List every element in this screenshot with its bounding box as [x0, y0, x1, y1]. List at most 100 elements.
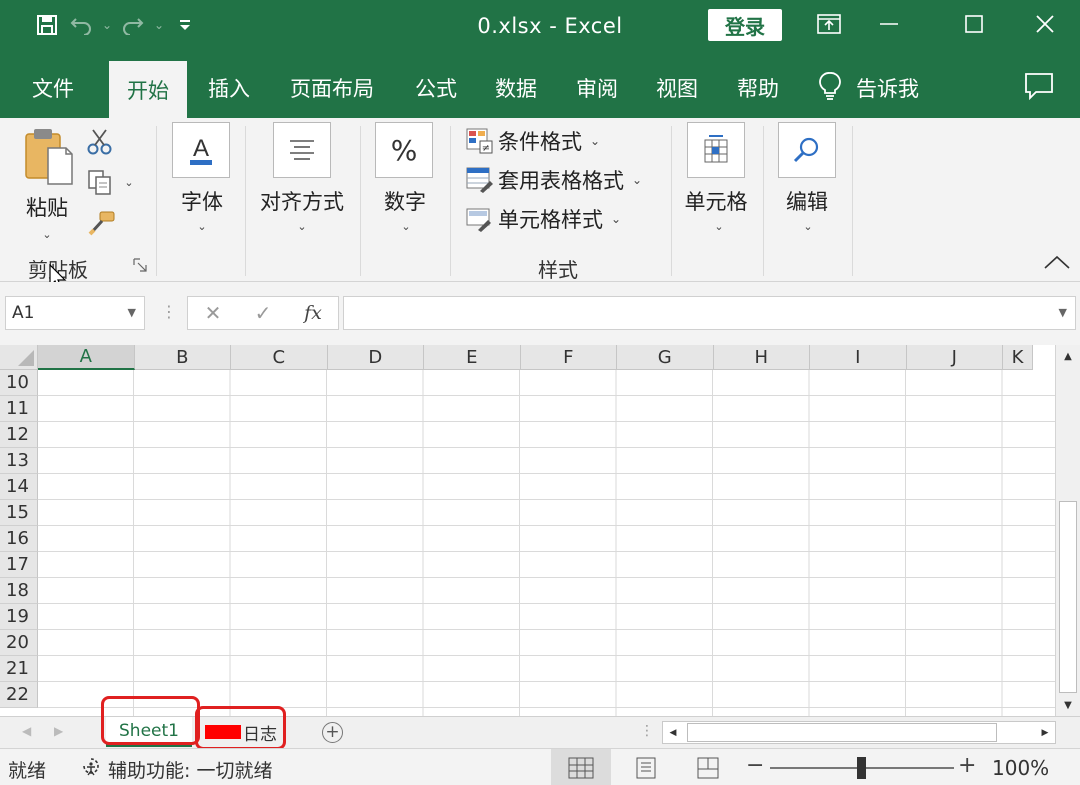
- row-header[interactable]: 17: [0, 552, 38, 578]
- undo-icon[interactable]: [64, 10, 98, 40]
- close-icon[interactable]: [1016, 0, 1074, 48]
- row-header[interactable]: 11: [0, 396, 38, 422]
- row-header[interactable]: 22: [0, 682, 38, 708]
- redaction-mark: [205, 725, 241, 739]
- name-box-dropdown-icon[interactable]: ▼: [128, 306, 136, 319]
- column-header[interactable]: E: [424, 345, 521, 370]
- column-header[interactable]: J: [906, 345, 1003, 370]
- formula-bar-grip-icon[interactable]: ⋮: [161, 302, 177, 321]
- cells-button[interactable]: 单元格 ⌄: [682, 122, 750, 242]
- zoom-level[interactable]: 100%: [992, 756, 1049, 780]
- page-break-view-icon[interactable]: [678, 749, 738, 785]
- tab-split-grip-icon[interactable]: ⋮: [640, 723, 654, 739]
- row-header[interactable]: 16: [0, 526, 38, 552]
- row-header[interactable]: 15: [0, 500, 38, 526]
- formula-input[interactable]: ▼: [343, 296, 1076, 330]
- number-button[interactable]: % 数字 ⌄: [372, 122, 434, 242]
- tab-page-layout[interactable]: 页面布局: [276, 58, 388, 118]
- row-header[interactable]: 14: [0, 474, 38, 500]
- cancel-icon[interactable]: ✕: [188, 301, 238, 325]
- tab-insert[interactable]: 插入: [190, 58, 268, 118]
- tab-help[interactable]: 帮助: [719, 58, 797, 118]
- number-dropdown-icon: ⌄: [401, 220, 411, 233]
- enter-icon[interactable]: ✓: [238, 301, 288, 325]
- tell-me-search[interactable]: 告诉我: [818, 58, 919, 118]
- paste-button[interactable]: 粘贴 ⌄: [20, 124, 80, 254]
- maximize-icon[interactable]: [945, 0, 1003, 48]
- column-header[interactable]: B: [134, 345, 231, 370]
- column-header[interactable]: F: [520, 345, 617, 370]
- column-header[interactable]: A: [38, 345, 135, 370]
- column-header[interactable]: C: [231, 345, 328, 370]
- format-as-table-button[interactable]: 套用表格格式 ⌄: [466, 165, 642, 195]
- save-icon[interactable]: [30, 10, 64, 40]
- row-header[interactable]: 21: [0, 656, 38, 682]
- tab-formulas[interactable]: 公式: [397, 58, 475, 118]
- tab-home[interactable]: 开始: [109, 61, 187, 118]
- name-box[interactable]: A1 ▼: [5, 296, 145, 330]
- column-header[interactable]: D: [327, 345, 424, 370]
- column-header[interactable]: H: [713, 345, 810, 370]
- tab-file[interactable]: 文件: [14, 58, 92, 118]
- sheet-tab-sheet1[interactable]: Sheet1: [106, 717, 192, 747]
- vertical-scroll-thumb[interactable]: [1059, 501, 1077, 693]
- conditional-format-dropdown-icon: ⌄: [590, 134, 601, 148]
- collapse-ribbon-icon[interactable]: [1043, 254, 1071, 274]
- vertical-scrollbar[interactable]: ▲ ▼: [1055, 345, 1080, 716]
- horizontal-scrollbar[interactable]: ◀ ▶: [662, 721, 1056, 744]
- sheet-tab-log[interactable]: 日志: [198, 717, 284, 747]
- add-sheet-icon[interactable]: +: [322, 722, 343, 743]
- row-header[interactable]: 12: [0, 422, 38, 448]
- login-button[interactable]: 登录: [708, 9, 782, 41]
- expand-formula-bar-icon[interactable]: ▼: [1059, 306, 1067, 319]
- conditional-formatting-button[interactable]: ≠ 条件格式 ⌄: [466, 126, 600, 156]
- formula-bar-area: A1 ▼ ⋮ ✕ ✓ fx ▼: [0, 282, 1080, 345]
- normal-view-icon[interactable]: [551, 749, 611, 785]
- format-painter-icon[interactable]: [88, 210, 116, 240]
- clipboard-dialog-launcher-icon[interactable]: [133, 257, 147, 276]
- ribbon-display-options-icon[interactable]: [800, 0, 858, 48]
- row-header[interactable]: 18: [0, 578, 38, 604]
- customize-toolbar-icon[interactable]: [168, 10, 202, 40]
- sheet-next-icon[interactable]: ▶: [54, 724, 63, 738]
- cell-styles-button[interactable]: 单元格样式 ⌄: [466, 204, 621, 234]
- scroll-right-icon[interactable]: ▶: [1035, 722, 1055, 743]
- accessibility-status[interactable]: 辅助功能: 一切就绪: [80, 756, 272, 783]
- comments-icon[interactable]: [1024, 72, 1054, 104]
- column-header[interactable]: I: [810, 345, 907, 370]
- redo-icon[interactable]: [116, 10, 150, 40]
- row-header[interactable]: 20: [0, 630, 38, 656]
- cut-icon[interactable]: [86, 128, 114, 160]
- tab-review[interactable]: 审阅: [558, 58, 636, 118]
- cell-area[interactable]: [38, 370, 1055, 716]
- redo-dropdown-icon[interactable]: ⌄: [150, 10, 168, 40]
- copy-dropdown-icon[interactable]: ⌄: [122, 176, 136, 189]
- tab-view[interactable]: 视图: [638, 58, 716, 118]
- row-header[interactable]: 13: [0, 448, 38, 474]
- column-header[interactable]: G: [617, 345, 714, 370]
- copy-icon[interactable]: [86, 168, 114, 200]
- row-header[interactable]: 10: [0, 370, 38, 396]
- insert-function-icon[interactable]: fx: [288, 302, 338, 324]
- select-all-corner[interactable]: [0, 345, 38, 370]
- zoom-slider-thumb[interactable]: [857, 757, 866, 779]
- zoom-out-icon[interactable]: −: [746, 753, 764, 778]
- column-header[interactable]: K: [1003, 345, 1033, 370]
- scroll-up-icon[interactable]: ▲: [1056, 345, 1080, 367]
- editing-button[interactable]: 编辑 ⌄: [776, 122, 838, 242]
- zoom-in-icon[interactable]: +: [958, 753, 976, 778]
- horizontal-scroll-thumb[interactable]: [687, 723, 997, 742]
- minimize-icon[interactable]: [860, 0, 918, 48]
- tab-data[interactable]: 数据: [477, 58, 555, 118]
- scroll-left-icon[interactable]: ◀: [663, 722, 683, 743]
- font-button[interactable]: A 字体 ⌄: [170, 122, 232, 242]
- scroll-down-icon[interactable]: ▼: [1056, 694, 1080, 716]
- alignment-button[interactable]: 对齐方式 ⌄: [255, 122, 349, 242]
- sheet-prev-icon[interactable]: ◀: [22, 724, 31, 738]
- quick-access-toolbar: ⌄ ⌄: [30, 10, 202, 40]
- worksheet-grid[interactable]: ABCDEFGHIJK 10 11 12 13 14 15 16 17 18 19 20 21 22: [0, 345, 1055, 716]
- conditional-format-icon: ≠: [466, 128, 496, 154]
- undo-dropdown-icon[interactable]: ⌄: [98, 10, 116, 40]
- row-header[interactable]: 19: [0, 604, 38, 630]
- page-layout-view-icon[interactable]: [616, 749, 676, 785]
